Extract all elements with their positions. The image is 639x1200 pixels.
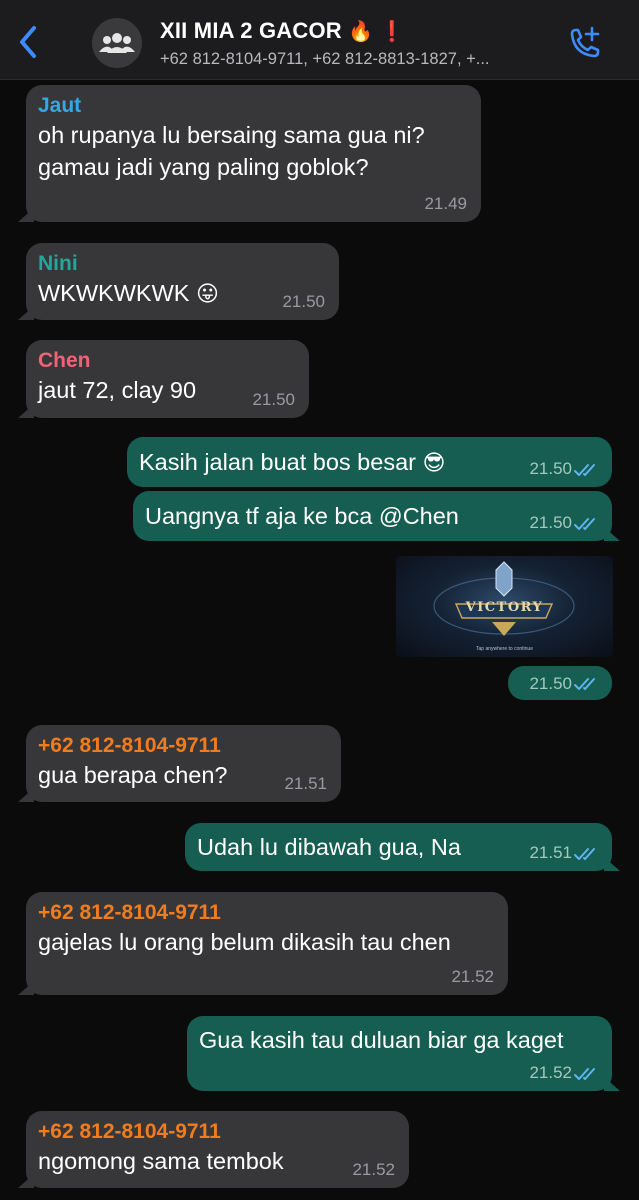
back-button[interactable] — [14, 22, 44, 62]
message-time: 21.50 — [529, 674, 572, 693]
message-text: Gua kasih tau duluan biar ga kaget — [199, 1027, 564, 1053]
sunglasses-emoji-icon: 😎 — [422, 450, 446, 476]
sender-name[interactable]: +62 812-8104-9711 — [38, 900, 496, 926]
sender-name[interactable]: Jaut — [38, 93, 469, 119]
message-bubble-outgoing[interactable]: Gua kasih tau duluan biar ga kaget 21.52 — [187, 1016, 612, 1091]
message-bubble-outgoing[interactable]: Kasih jalan buat bos besar 😎 21.50 — [127, 437, 612, 487]
image-caption-text: Tap anywhere to continue — [476, 646, 533, 652]
message-time: 21.52 — [352, 1160, 395, 1179]
sender-name[interactable]: +62 812-8104-9711 — [38, 733, 329, 759]
sender-name[interactable]: Nini — [38, 251, 327, 277]
chat-title[interactable]: XII MIA 2 GACOR 🔥 ❗ — [160, 18, 405, 44]
message-text-content: WKWKWKWK — [38, 280, 190, 306]
read-ticks-icon — [574, 464, 595, 476]
message-time: 21.51 — [284, 774, 327, 793]
shared-image-victory[interactable]: VICTORY Tap anywhere to continue — [396, 556, 613, 657]
image-victory-text: VICTORY — [465, 600, 544, 615]
tongue-emoji-icon: 😛 — [195, 281, 219, 307]
message-bubble-incoming[interactable]: +62 812-8104-9711 gua berapa chen? 21.51 — [26, 725, 341, 802]
message-bubble-incoming[interactable]: Nini WKWKWKWK 😛 21.50 — [26, 243, 339, 320]
image-time-bubble: 21.50 — [508, 666, 612, 700]
group-icon — [99, 33, 135, 53]
message-time: 21.50 — [282, 292, 325, 311]
fire-emoji: 🔥 — [348, 19, 374, 43]
message-text-line: oh rupanya lu bersaing sama gua ni? — [38, 122, 425, 148]
read-ticks-icon — [574, 678, 595, 690]
sender-name[interactable]: +62 812-8104-9711 — [38, 1119, 397, 1145]
chat-members-subtitle[interactable]: +62 812-8104-9711, +62 812-8813-1827, +.… — [160, 50, 560, 69]
message-text: ngomong sama tembok — [38, 1148, 284, 1174]
chat-header: XII MIA 2 GACOR 🔥 ❗ +62 812-8104-9711, +… — [0, 0, 639, 80]
message-time: 21.50 — [529, 459, 572, 478]
message-bubble-incoming[interactable]: Chen jaut 72, clay 90 21.50 — [26, 340, 309, 418]
message-text-line: gamau jadi yang paling goblok? — [38, 154, 369, 180]
chevron-left-icon — [20, 26, 36, 58]
message-time: 21.50 — [252, 390, 295, 409]
message-text-content: Kasih jalan buat bos besar — [139, 449, 416, 475]
chat-title-text: XII MIA 2 GACOR — [160, 18, 342, 43]
message-bubble-outgoing[interactable]: Uangnya tf aja ke bca @Chen 21.50 — [133, 491, 612, 541]
group-avatar[interactable] — [92, 18, 142, 68]
message-text: gajelas lu orang belum dikasih tau chen — [38, 929, 451, 955]
message-bubble-incoming[interactable]: Jaut oh rupanya lu bersaing sama gua ni?… — [26, 85, 481, 222]
message-bubble-incoming[interactable]: +62 812-8104-9711 gajelas lu orang belum… — [26, 892, 508, 995]
read-ticks-icon — [574, 1068, 595, 1080]
read-ticks-icon — [574, 848, 595, 860]
add-call-icon — [570, 26, 600, 58]
add-call-button[interactable] — [564, 24, 604, 64]
sender-name[interactable]: Chen — [38, 348, 297, 374]
message-time: 21.50 — [529, 513, 572, 532]
message-bubble-incoming[interactable]: +62 812-8104-9711 ngomong sama tembok 21… — [26, 1111, 409, 1188]
message-time: 21.52 — [451, 967, 494, 986]
exclamation-emoji: ❗ — [379, 19, 405, 43]
message-bubble-outgoing[interactable]: Udah lu dibawah gua, Na 21.51 — [185, 823, 612, 871]
read-ticks-icon — [574, 518, 595, 530]
message-time: 21.52 — [529, 1063, 572, 1082]
message-time: 21.51 — [529, 843, 572, 862]
message-time: 21.49 — [424, 194, 467, 213]
